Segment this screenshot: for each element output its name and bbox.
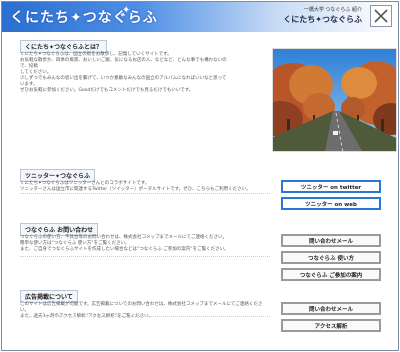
autumn-street-photo [272,48,397,152]
analytics-button[interactable]: アクセス解析 [281,319,381,332]
close-button[interactable] [370,5,392,27]
join-guide-button[interactable]: つなぐらふ ご参加の案内 [281,268,381,281]
divider [20,256,270,257]
twitter-button[interactable]: ツニッター on twitter [281,180,381,193]
content-area: くにたち✦つなぐらふとは？ くにたち✦つなぐらふは、国立の街をお散歩し、記憶して… [14,38,397,348]
ads-line: このサイトは広告掲載が可能です。広告掲載についてのお問い合わせは、株式会社コメッ… [20,302,263,313]
howto-button[interactable]: つなぐらふ 使い方 [281,251,381,264]
contact-mail-button[interactable]: 問い合わせメール [281,234,381,247]
twitter-text: くにたち✦つなぐらふはツニッターさんとのコラボサイトです。 ツニッターさんは国立… [20,181,270,193]
site-logo: くにたち✦つなぐらふ [10,10,158,26]
intro-text: くにたち✦つなぐらふは、国立の街をお散歩し、記憶していくサイトです。 お気軽な散… [20,52,230,94]
header-tagline: 一橋大学 つなぐらふ 紹介 [303,7,362,13]
divider [20,193,270,194]
ads-text: このサイトは広告掲載が可能です。広告掲載についてのお問い合わせは、株式会社コメッ… [20,302,270,320]
header-banner: くにたち✦つなぐらふ ✦ 一橋大学 つなぐらふ 紹介 くにたち✦つなぐらふ [2,2,398,32]
sparkle-icon: ✦ [122,5,131,16]
ads-mail-button[interactable]: 問い合わせメール [281,302,381,315]
intro-line: お気軽な散歩か、四季の風景、おいしいご飯、気になるお店の人、などなど、どんな事で… [20,58,227,69]
divider [20,316,270,317]
ads-line: また、過去3ヶ月のアクセス解析“アクセス解析”をご覧ください。 [20,314,154,319]
contact-line: また、ご自身でつなぐらふサイトを作成したい場合などは“つなぐらふ ご参加の案内”… [20,247,229,252]
intro-line: 少しずつでもみんなの思い出を繋げて、いつか素敵なみんなの国立のアルバムになればい… [20,76,227,87]
dialog-window: くにたち✦つなぐらふ ✦ 一橋大学 つなぐらふ 紹介 くにたち✦つなぐらふ くに… [1,1,399,351]
web-button[interactable]: ツニッター on web [281,197,381,210]
header-title: くにたち✦つなぐらふ [283,15,362,24]
intro-line: ぜひお気軽に参加ください。Goodだけでもコメントだけでも見るだけでもいいです。 [20,88,194,93]
close-icon [374,9,388,23]
contact-text: つなぐらふの使い方、不具合等のお問い合わせは、株式会社コメップまでメールにてご連… [20,235,270,253]
